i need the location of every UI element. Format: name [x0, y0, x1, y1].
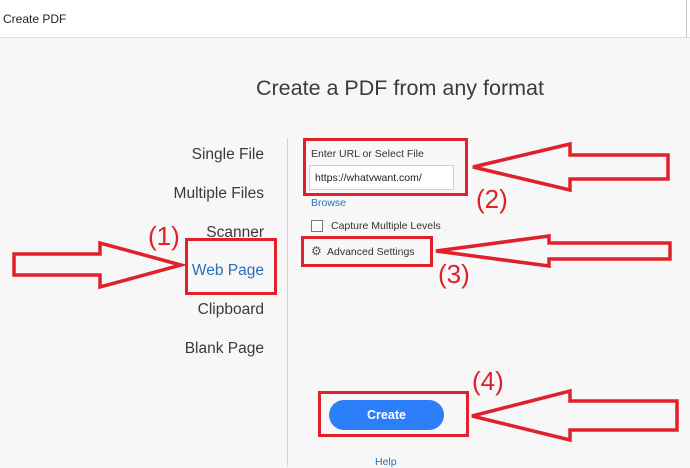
annotation-label-2: (2): [476, 184, 508, 214]
title-bar-edge: [686, 0, 690, 38]
annotation-box-2: [303, 138, 468, 196]
annotation-arrow-3: [435, 234, 672, 268]
nav-item-single-file[interactable]: Single File: [192, 146, 264, 164]
help-link[interactable]: Help: [375, 456, 397, 468]
annotation-box-1: [185, 238, 277, 295]
annotation-arrow-4: [471, 388, 679, 443]
page-heading: Create a PDF from any format: [256, 76, 544, 100]
capture-multiple-levels-label: Capture Multiple Levels: [331, 220, 441, 232]
title-bar: Create PDF: [0, 0, 690, 38]
capture-multiple-levels-checkbox[interactable]: [311, 220, 323, 232]
window-title: Create PDF: [3, 12, 67, 26]
annotation-label-3: (3): [438, 259, 470, 289]
nav-item-multiple-files[interactable]: Multiple Files: [174, 185, 264, 203]
panel-divider: [287, 138, 288, 467]
browse-link[interactable]: Browse: [311, 197, 346, 209]
annotation-box-4: [318, 391, 469, 437]
nav-item-clipboard[interactable]: Clipboard: [198, 301, 264, 319]
annotation-label-1: (1): [148, 221, 180, 251]
annotation-label-4: (4): [472, 366, 504, 396]
nav-item-blank-page[interactable]: Blank Page: [185, 340, 264, 358]
annotation-box-3: [301, 236, 433, 267]
